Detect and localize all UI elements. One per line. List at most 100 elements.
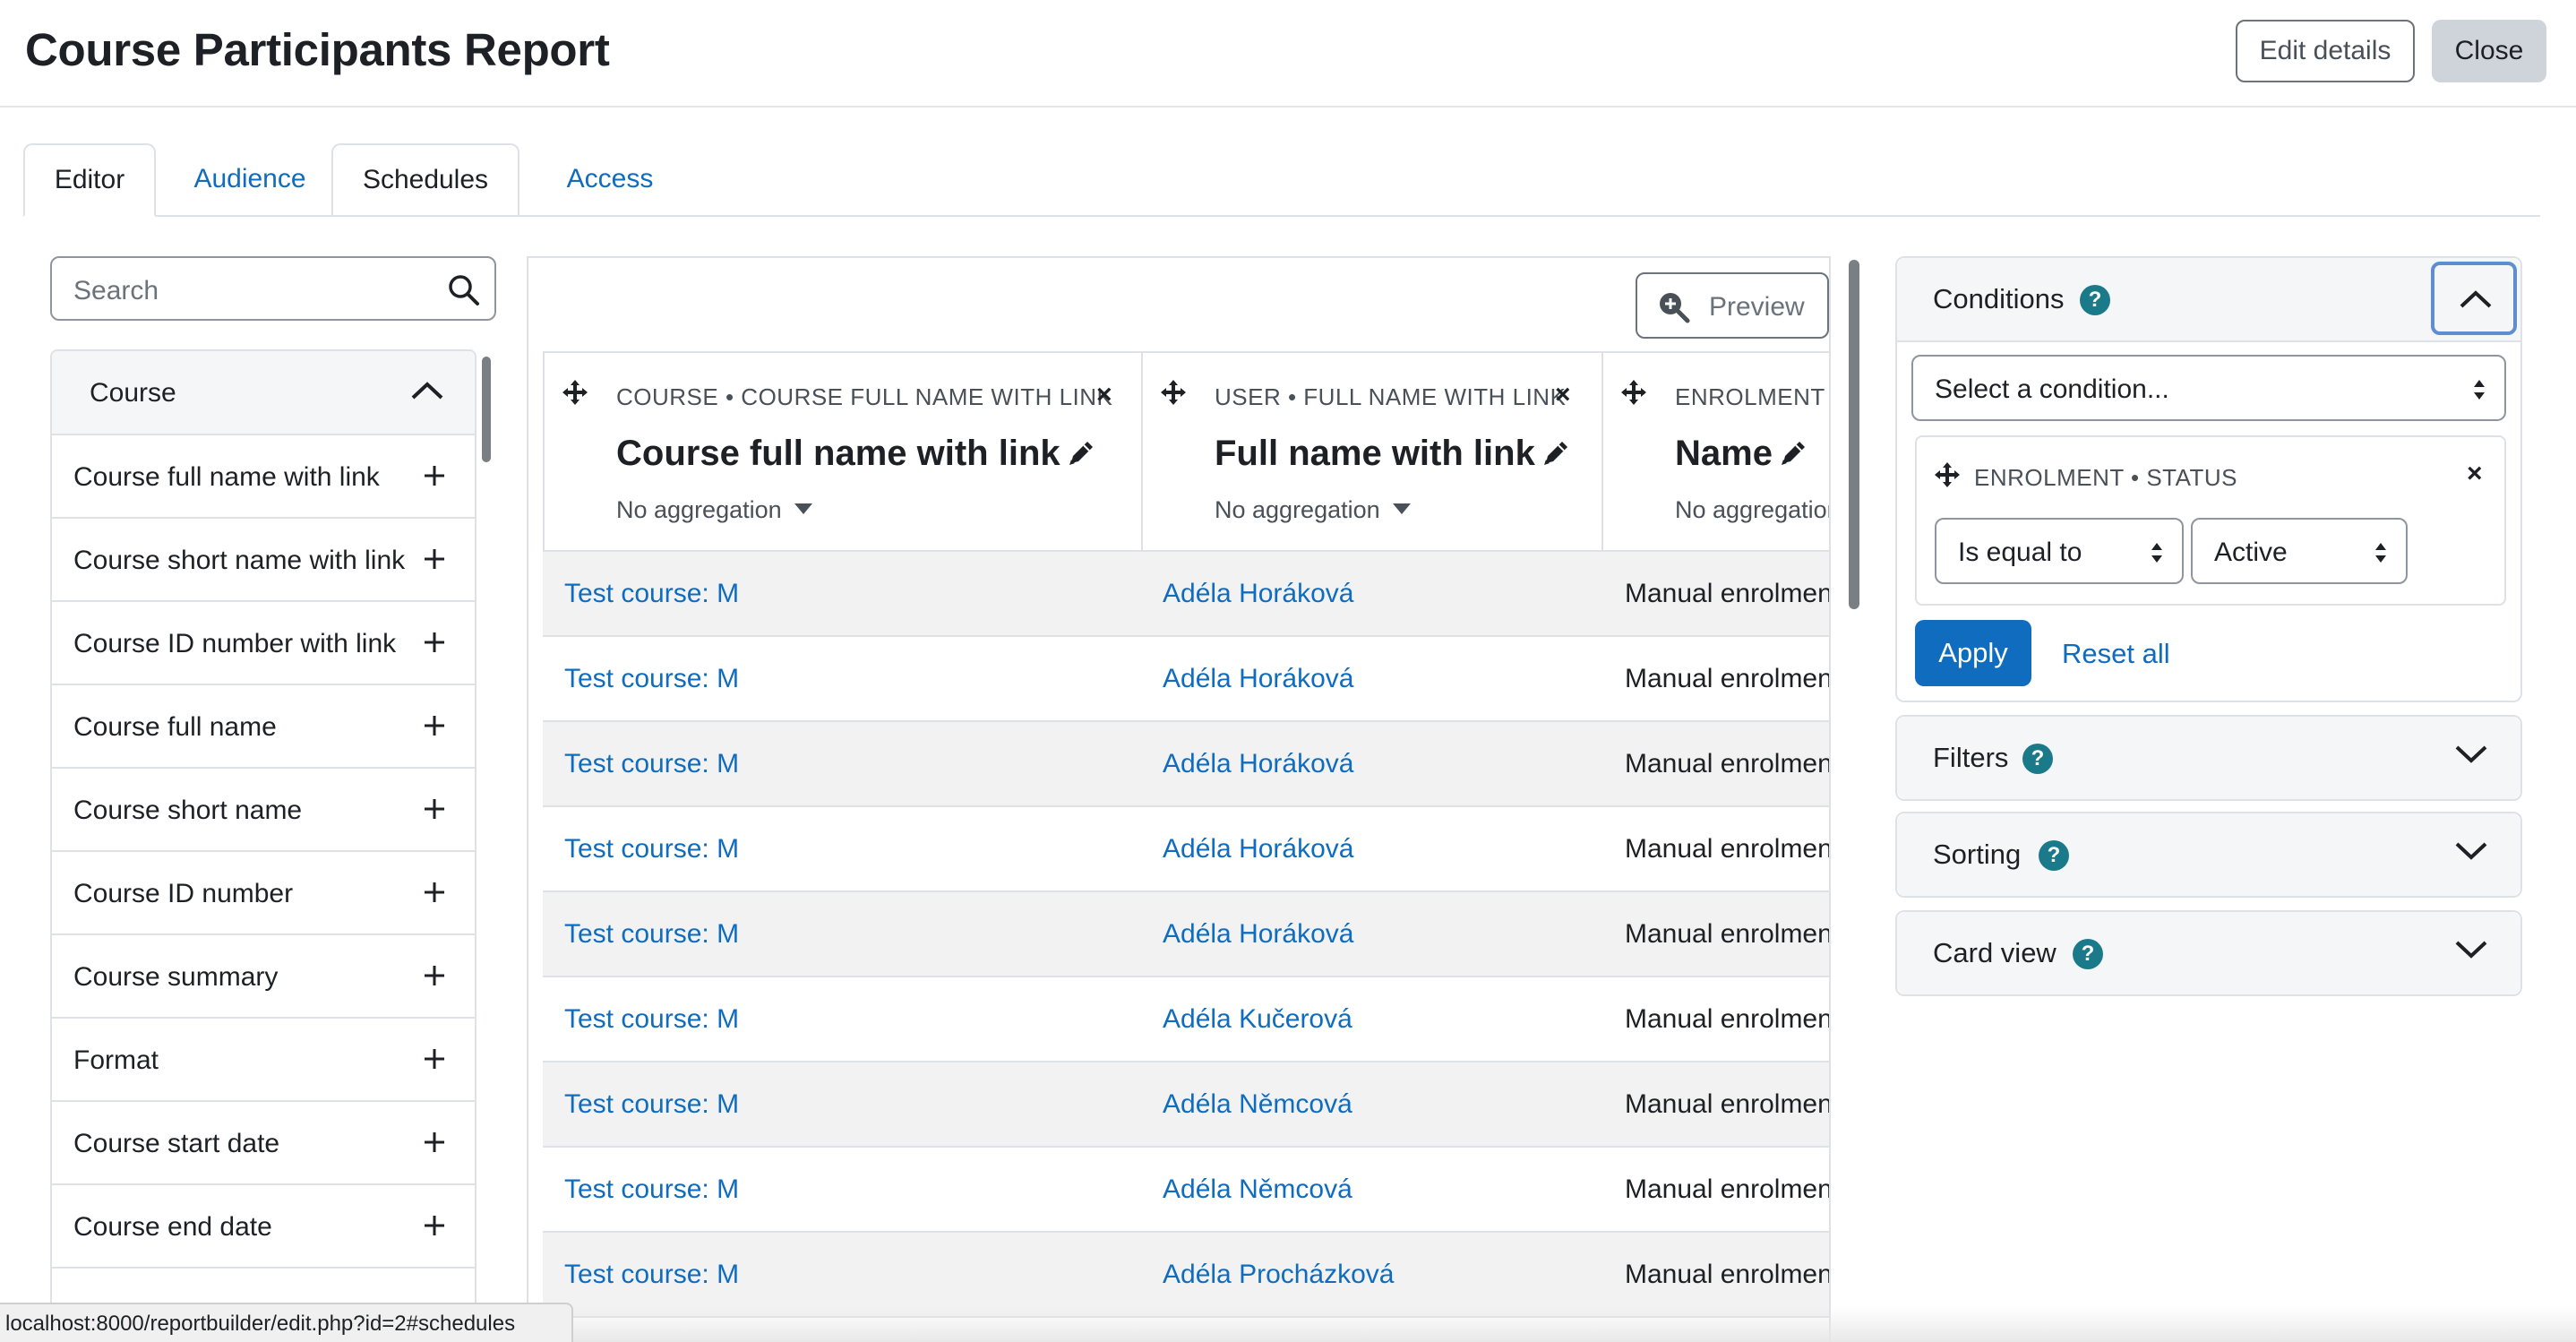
list-item-label: Course ID number with link [73, 629, 397, 658]
list-item[interactable]: Course ID number with link [52, 602, 475, 685]
remove-column-icon[interactable]: × [1096, 380, 1112, 410]
tab-access[interactable]: Access [534, 143, 686, 215]
help-icon[interactable]: ? [2073, 939, 2103, 969]
sorting-header[interactable]: Sorting ? [1897, 813, 2520, 896]
help-icon[interactable]: ? [2080, 285, 2110, 315]
tab-audience[interactable]: Audience [174, 143, 326, 215]
tab-schedules[interactable]: Schedules [331, 143, 519, 215]
move-icon[interactable] [1161, 380, 1186, 405]
user-link[interactable]: Adéla Horáková [1163, 749, 1353, 779]
user-link[interactable]: Adéla Horáková [1163, 919, 1353, 950]
plus-icon[interactable] [423, 964, 446, 987]
center-scrollbar[interactable] [1849, 260, 1859, 609]
user-link[interactable]: Adéla Horáková [1163, 834, 1353, 865]
course-link[interactable]: Test course: M [564, 579, 739, 609]
user-link[interactable]: Adéla Němcová [1163, 1089, 1352, 1120]
list-item[interactable]: Course summary [52, 935, 475, 1019]
pencil-icon[interactable] [1778, 438, 1808, 469]
list-item[interactable]: Course full name with link [52, 435, 475, 519]
list-item[interactable]: Course end date [52, 1185, 475, 1269]
plus-icon[interactable] [423, 797, 446, 821]
move-icon[interactable] [1935, 462, 1960, 487]
tab-editor[interactable]: Editor [23, 143, 156, 217]
course-link[interactable]: Test course: M [564, 1089, 739, 1120]
plus-icon[interactable] [423, 1214, 446, 1237]
course-group-header[interactable]: Course [52, 351, 475, 435]
value-select[interactable]: Active [2191, 518, 2408, 584]
chevron-down-icon[interactable] [2454, 840, 2488, 862]
user-link[interactable]: Adéla Horáková [1163, 664, 1353, 694]
filters-header[interactable]: Filters ? [1897, 717, 2520, 799]
sort-updown-icon [2151, 543, 2162, 563]
plus-icon[interactable] [423, 464, 446, 487]
course-link[interactable]: Test course: M [564, 834, 739, 865]
condition-select-placeholder: Select a condition... [1935, 374, 2169, 404]
chevron-down-icon[interactable] [2454, 744, 2488, 765]
reset-all-link[interactable]: Reset all [2062, 638, 2170, 670]
list-item[interactable]: Course full name [52, 685, 475, 769]
list-item[interactable]: Course ID number [52, 852, 475, 935]
move-icon[interactable] [1621, 380, 1646, 405]
plus-icon[interactable] [423, 881, 446, 904]
operator-value: Is equal to [1958, 538, 2082, 567]
condition-select[interactable]: Select a condition... [1911, 355, 2506, 421]
sorting-card[interactable]: Sorting ? [1895, 812, 2522, 898]
table-row: Test course: M Adéla Němcová Manual enro… [543, 1148, 1829, 1233]
browser-status-bar: localhost:8000/reportbuilder/edit.php?id… [0, 1303, 573, 1342]
pencil-icon[interactable] [1066, 438, 1096, 469]
course-link[interactable]: Test course: M [564, 1174, 739, 1205]
collapse-conditions-button[interactable] [2431, 262, 2517, 335]
column-title[interactable]: Name [1675, 434, 1808, 474]
plus-icon[interactable] [423, 631, 446, 654]
list-item[interactable]: Course short name [52, 769, 475, 852]
chevron-down-icon[interactable] [2454, 939, 2488, 960]
plus-icon[interactable] [423, 1131, 446, 1154]
card-view-header[interactable]: Card view ? [1897, 912, 2520, 994]
list-item[interactable]: Format [52, 1019, 475, 1102]
column-title-text: Course full name with link [616, 434, 1060, 473]
user-link[interactable]: Adéla Kučerová [1163, 1004, 1352, 1035]
list-item-label: Course end date [73, 1212, 272, 1242]
table-row: Test course: M Adéla Horáková Manual enr… [543, 892, 1829, 977]
course-link[interactable]: Test course: M [564, 1260, 739, 1290]
plus-icon[interactable] [423, 547, 446, 571]
sidebar-scrollbar[interactable] [482, 357, 491, 462]
list-item[interactable]: Course short name with link [52, 519, 475, 602]
user-link[interactable]: Adéla Procházková [1163, 1260, 1395, 1290]
filters-card[interactable]: Filters ? [1895, 715, 2522, 801]
list-item[interactable]: Course start date [52, 1102, 475, 1185]
pencil-icon[interactable] [1541, 438, 1571, 469]
operator-select[interactable]: Is equal to [1935, 518, 2184, 584]
user-link[interactable]: Adéla Němcová [1163, 1174, 1352, 1205]
move-icon[interactable] [562, 380, 588, 405]
help-icon[interactable]: ? [2039, 840, 2069, 871]
course-link[interactable]: Test course: M [564, 1004, 739, 1035]
table-row: Test course: M Adéla Horáková Manual enr… [543, 552, 1829, 637]
edit-details-button[interactable]: Edit details [2236, 20, 2415, 82]
list-item-label: Course ID number [73, 879, 294, 908]
course-link[interactable]: Test course: M [564, 919, 739, 950]
remove-column-icon[interactable]: × [1555, 380, 1571, 410]
condition-value: Active [2214, 538, 2288, 567]
plus-icon[interactable] [423, 1047, 446, 1071]
apply-button[interactable]: Apply [1915, 620, 2031, 686]
sorting-title: Sorting [1933, 839, 2022, 870]
course-link[interactable]: Test course: M [564, 749, 739, 779]
list-item-label: Course full name with link [73, 462, 380, 492]
column-title[interactable]: Full name with link [1215, 434, 1571, 474]
search-input[interactable]: Search [50, 256, 496, 321]
column-header: USER • FULL NAME WITH LINK × Full name w… [1141, 351, 1603, 552]
help-icon[interactable]: ? [2022, 744, 2053, 774]
aggregation-dropdown[interactable]: No aggregation [616, 496, 812, 524]
card-view-card[interactable]: Card view ? [1895, 910, 2522, 996]
user-link[interactable]: Adéla Horáková [1163, 579, 1353, 609]
column-title[interactable]: Course full name with link [616, 434, 1096, 474]
aggregation-dropdown[interactable]: No aggregation [1215, 496, 1411, 524]
plus-icon[interactable] [423, 714, 446, 737]
course-link[interactable]: Test course: M [564, 664, 739, 694]
remove-condition-icon[interactable]: × [2467, 459, 2483, 489]
aggregation-dropdown[interactable]: No aggregation [1675, 496, 1829, 524]
close-button[interactable]: Close [2432, 20, 2546, 82]
preview-button[interactable]: Preview [1636, 272, 1829, 339]
page-header: Course Participants Report Edit details … [0, 0, 2576, 108]
